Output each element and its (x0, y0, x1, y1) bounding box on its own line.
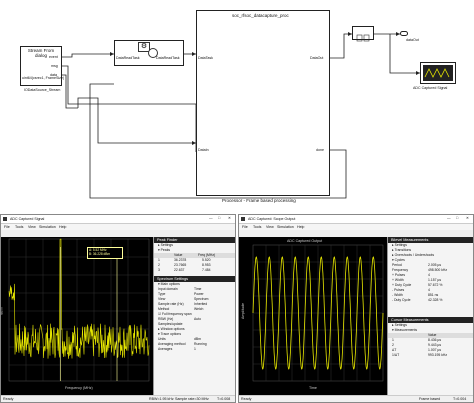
time-side-panel: Bilevel Measurements ▸ Settings ▸ Transi… (387, 237, 473, 395)
spectrum-titlebar: ADC Captured Signal — □ ✕ (1, 215, 235, 224)
spectrum-menu-tools[interactable]: Tools (15, 225, 23, 229)
spectrum-title: ADC Captured Signal (10, 217, 45, 221)
time-close-button[interactable]: ✕ (466, 216, 469, 220)
time-menu-tools[interactable]: Tools (253, 225, 261, 229)
signal-lines (62, 32, 420, 199)
time-plot-title: ADC Captured Output (287, 239, 323, 243)
spectrum-close-button[interactable]: ✕ (228, 216, 231, 220)
spectrum-xlabel: Frequency (MHz) (65, 386, 93, 390)
spectrum-menu-simulation[interactable]: Simulation (39, 225, 56, 229)
time-title: ADC Captured: Scope Output (248, 217, 296, 221)
time-status-time: T=0.004 (453, 397, 467, 401)
time-xlabel: Time (309, 386, 317, 390)
time-statusbar: Ready Frame based T=0.004 (239, 395, 473, 402)
time-menu-file[interactable]: File (242, 225, 248, 229)
spectrum-menu-view[interactable]: View (28, 225, 36, 229)
time-status: Ready (241, 397, 252, 401)
spectrum-menu-file[interactable]: File (4, 225, 10, 229)
spectrum-app-icon (3, 217, 7, 221)
spectrum-status-rate: Sample rate=30 MHz (175, 397, 209, 401)
time-app-icon (241, 217, 245, 221)
time-menu-help[interactable]: Help (297, 225, 304, 229)
time-status-mode: Frame based (419, 397, 441, 401)
spectrum-statusbar: Ready RBW=1.95 kHz Sample rate=30 MHz T=… (1, 395, 235, 402)
peak-row[interactable]: 3 22.637 7.484 (154, 268, 235, 273)
time-titlebar: ADC Captured: Scope Output — □ ✕ (239, 215, 473, 224)
setting-averages[interactable]: Averages 1 (154, 347, 235, 352)
time-plot-area[interactable]: ADC Captured Output Amplitude Time (239, 237, 387, 395)
spectrum-status-rbw: RBW=1.95 kHz (149, 397, 174, 401)
time-maximize-button[interactable]: □ (456, 216, 458, 220)
time-menu-view[interactable]: View (266, 225, 274, 229)
spectrum-minimize-button[interactable]: — (209, 216, 213, 220)
spectrum-status: Ready (3, 397, 14, 401)
time-menu-simulation[interactable]: Simulation (277, 225, 294, 229)
peak-row-index: 3 (158, 268, 160, 272)
cursor-freq: 1/ΔT 993.195 kHz (392, 353, 448, 357)
bilevel-neg-duty: - Duty Cycle 42.328 % (392, 298, 443, 302)
spectrum-maximize-button[interactable]: □ (218, 216, 220, 220)
spectrum-marker-box: A: 5.52 MHz B: 36.228 dBm (87, 247, 123, 259)
spectrum-plot (8, 238, 150, 382)
time-ylabel: Amplitude (240, 303, 245, 319)
spectrum-ylabel: dBm (0, 307, 4, 315)
spectrum-side-panel: Peak Finder ▸ Settings ▾ Peaks Value Fre… (153, 237, 235, 395)
spectrum-marker-b: B: 36.228 dBm (89, 252, 111, 256)
time-minimize-button[interactable]: — (447, 216, 451, 220)
time-plot (252, 244, 384, 382)
spectrum-menu-help[interactable]: Help (59, 225, 66, 229)
time-window: ADC Captured: Scope Output — □ ✕ File To… (238, 214, 474, 403)
spectrum-status-time: T=0.008 (217, 397, 231, 401)
spectrum-window: ADC Captured Signal — □ ✕ File Tools Vie… (0, 214, 236, 403)
spectrum-plot-area[interactable]: A: 5.52 MHz B: 36.228 dBm dBm Frequency … (1, 237, 153, 395)
